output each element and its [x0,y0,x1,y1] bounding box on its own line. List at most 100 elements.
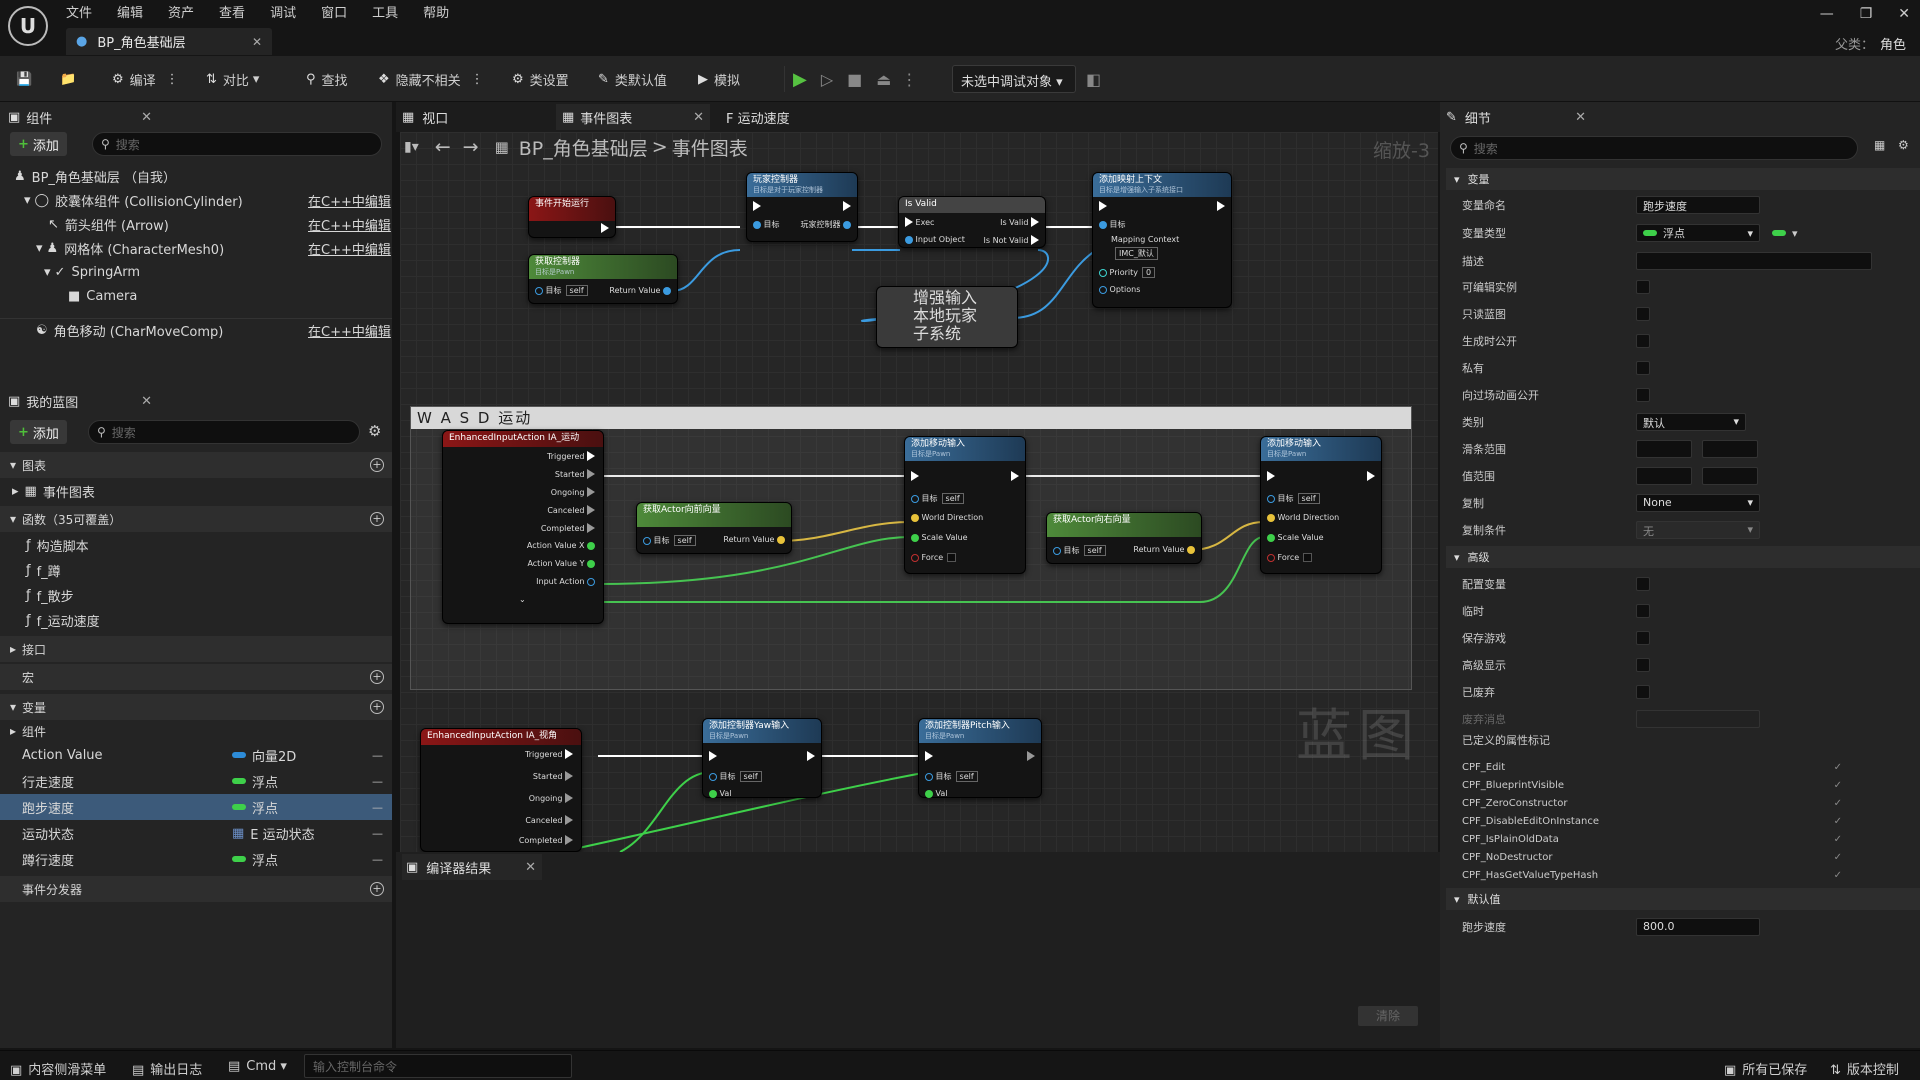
close-icon[interactable]: ✕ [252,35,262,49]
stop-icon[interactable]: ■ [847,70,862,89]
force-pin[interactable]: Force [911,553,957,562]
action-value-y-pin[interactable]: Action Value Y [527,559,595,568]
edit-in-cpp-link[interactable]: 在C++中编辑 [308,239,391,258]
browse-icon[interactable]: 📁 [60,66,76,92]
play-icon[interactable]: ▶ [793,69,807,90]
exec-in-pin[interactable] [1267,471,1275,481]
forward-icon[interactable]: → [463,136,479,158]
function-item[interactable]: ƒ f_散步 [0,582,392,608]
category-select[interactable]: 默认 ▾ [1636,413,1746,431]
class-defaults-button[interactable]: ✎ 类默认值 [598,66,667,92]
replication-select[interactable]: None ▾ [1636,494,1760,512]
eject-icon[interactable]: ⏏ [876,70,891,89]
save-status[interactable]: ▣ 所有已保存 [1724,1059,1807,1078]
simulate-button[interactable]: ▶ 模拟 [698,66,740,92]
step-icon[interactable]: ▷ [821,70,833,89]
function-item[interactable]: ƒ 构造脚本 [0,532,392,558]
node-add-pitch-input[interactable]: 添加控制器Pitch输入 目标是Pawn 目标 self Val [918,718,1042,798]
menu-file[interactable]: 文件 [66,2,92,21]
close-icon[interactable]: ✕ [141,394,158,409]
eye-icon[interactable]: — [372,749,383,762]
exec-in-pin[interactable] [1099,201,1107,211]
rep-condition-select[interactable]: 无 ▾ [1636,521,1760,539]
event-graph-item[interactable]: ▸ ▦ 事件图表 [0,478,392,504]
graphs-section[interactable]: ▾ 图表 + [0,452,392,478]
node-begin-play[interactable]: 事件开始运行 [528,196,616,238]
menu-view[interactable]: 查看 [219,2,245,21]
var-type-select[interactable]: 浮点 ▾ [1636,224,1760,242]
default-value-section[interactable]: ▾ 默认值 [1446,888,1920,910]
world-direction-pin[interactable]: World Direction [1267,513,1339,522]
exec-out-pin[interactable] [1011,471,1019,481]
checkbox[interactable] [1636,631,1650,645]
completed-pin[interactable]: Completed [519,835,573,845]
add-component-button[interactable]: + 添加 [10,132,67,156]
checkbox[interactable] [1636,658,1650,672]
triggered-pin[interactable]: Triggered [525,749,573,759]
ongoing-pin[interactable]: Ongoing [551,487,595,497]
description-input[interactable] [1636,252,1872,270]
slider-min-input[interactable] [1636,440,1692,458]
menu-tools[interactable]: 工具 [372,2,398,21]
eye-icon[interactable]: — [372,775,383,788]
target-pin[interactable]: 目标 self [643,535,696,546]
table-view-icon[interactable]: ▦ [1874,138,1885,152]
options-pin[interactable]: Options [1099,285,1140,294]
exec-out-pin[interactable] [843,201,851,211]
variables-section[interactable]: ▾ 变量 + [0,694,392,720]
more-icon[interactable]: ⋮ [901,70,917,89]
menu-help[interactable]: 帮助 [423,2,449,21]
macros-section[interactable]: 宏 + [0,664,392,690]
input-action-pin[interactable]: Input Action [536,577,595,586]
exec-out-pin[interactable] [601,223,609,233]
add-graph-icon[interactable]: + [370,458,384,472]
bookmark-icon[interactable]: ▮▾ [404,139,419,155]
comment-title[interactable]: W A S D 运动 [411,407,1411,429]
node-get-right-vector[interactable]: 获取Actor向右向量 目标 self Return Value [1046,512,1202,564]
checkbox[interactable] [1636,280,1650,294]
tree-row-self[interactable]: ♟ BP_角色基础层 （自我） [0,164,392,188]
node-get-forward-vector[interactable]: 获取Actor向前向量 目标 self Return Value [636,502,792,554]
val-pin[interactable]: Val [709,789,732,798]
node-cast-player-controller[interactable]: 玩家控制器 目标是对于玩家控制器 目标 玩家控制器 [746,172,858,242]
triggered-pin[interactable]: Triggered [547,451,595,461]
chevron-down-icon[interactable]: ⌄ [519,595,526,604]
close-icon[interactable]: ✕ [141,110,158,125]
find-button[interactable]: ⚲ 查找 [306,66,348,92]
checkbox[interactable] [1636,307,1650,321]
exec-out-pin[interactable] [1027,751,1035,761]
components-group[interactable]: ▸ 组件 [0,718,392,744]
close-icon[interactable]: ✕ [693,110,710,125]
started-pin[interactable]: Started [533,771,573,781]
slider-max-input[interactable] [1702,440,1758,458]
compiler-results-tab[interactable]: ▣ 编译器结果 ✕ [402,854,542,880]
function-item[interactable]: ƒ f_蹲 [0,557,392,583]
close-icon[interactable]: ✕ [525,860,542,875]
eye-icon[interactable]: — [372,801,383,814]
checkbox[interactable] [1636,604,1650,618]
cmd-select[interactable]: ▤ Cmd ▾ [228,1059,287,1074]
debug-icon[interactable]: ◧ [1086,66,1101,92]
started-pin[interactable]: Started [555,469,595,479]
force-pin[interactable]: Force [1267,553,1313,562]
breadcrumb-graph[interactable]: 事件图表 [672,134,748,161]
parent-class-value[interactable]: 角色 [1880,38,1906,53]
blueprint-search[interactable]: ⚲ 搜索 [88,420,360,444]
exec-in-pin[interactable] [753,201,761,211]
edit-in-cpp-link[interactable]: 在C++中编辑 [308,321,391,340]
close-icon[interactable]: ✕ [1575,110,1592,125]
target-pin[interactable]: 目标 self [535,285,588,296]
exec-in-pin[interactable] [709,751,717,761]
compile-button[interactable]: ⚙ 编译 ⋮ [112,66,179,92]
return-value-pin[interactable]: Return Value [723,535,785,544]
menu-asset[interactable]: 资产 [168,2,194,21]
checkbox[interactable] [1636,334,1650,348]
node-enhanced-input-subsystem[interactable]: 增强输入 本地玩家 子系统 [876,286,1018,348]
node-is-valid[interactable]: Is Valid Exec Is Valid Input Object Is N… [898,196,1046,248]
eye-icon[interactable]: — [372,853,383,866]
value-max-input[interactable] [1702,467,1758,485]
is-not-valid-pin[interactable]: Is Not Valid [984,235,1039,245]
exec-out-pin[interactable] [1367,471,1375,481]
function-item[interactable]: ƒ f_运动速度 [0,607,392,633]
mapping-context-pin[interactable]: Mapping Context [1111,235,1179,244]
